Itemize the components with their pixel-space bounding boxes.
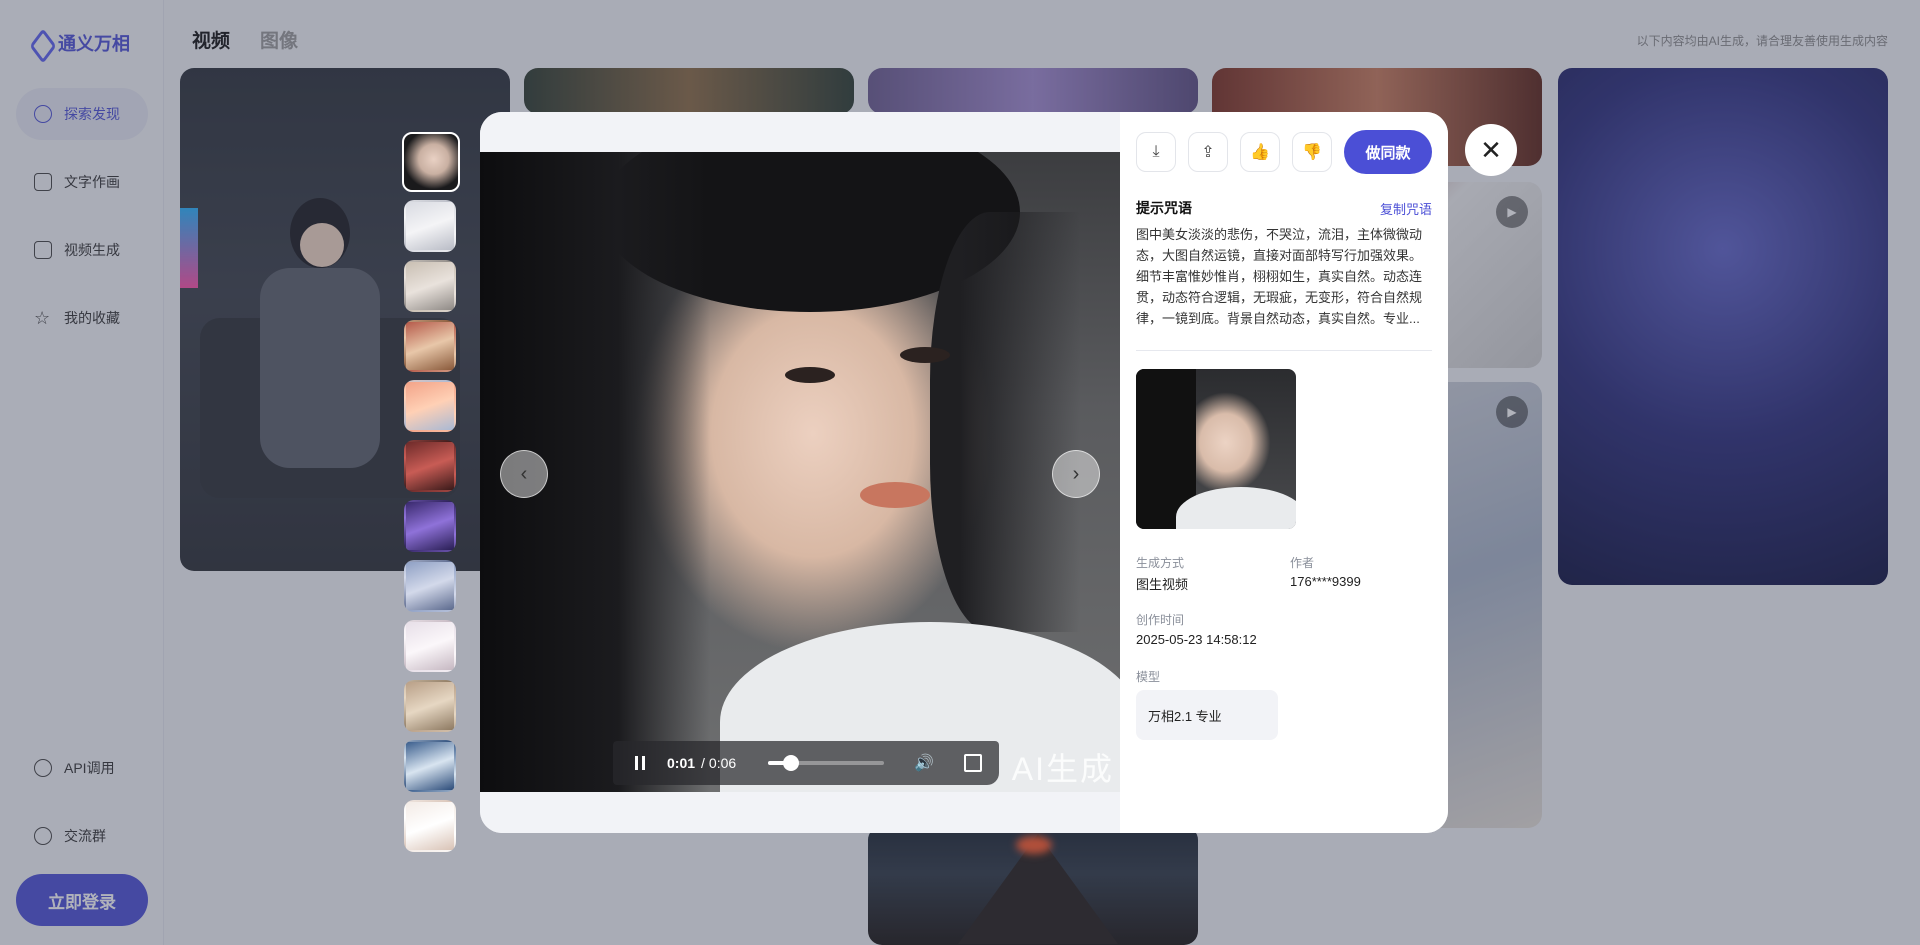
prompt-text: 图中美女淡淡的悲伤，不哭泣，流泪，主体微微动态，大图自然运镜，直接对面部特写行加… [1136, 227, 1423, 326]
thumbnail[interactable] [404, 620, 456, 672]
download-icon: ⤓ [1152, 143, 1160, 160]
author-value: 176****9399 [1290, 574, 1361, 589]
thumbs-down-icon: 👎 [1302, 144, 1322, 161]
video-frame[interactable]: AI生成 [480, 152, 1120, 792]
model-label: 模型 [1136, 670, 1161, 684]
progress-handle[interactable] [783, 755, 800, 771]
total-time: 0:06 [708, 755, 737, 771]
thumbnail[interactable] [404, 740, 456, 792]
chevron-left-icon: ‹ [520, 462, 528, 485]
make-same-button[interactable]: 做同款 [1344, 130, 1432, 174]
gen-method-value: 图生视频 [1136, 577, 1189, 592]
created-label: 创作时间 [1136, 613, 1185, 627]
close-icon: ✕ [1480, 134, 1502, 165]
author-label: 作者 [1290, 556, 1315, 570]
chevron-right-icon: › [1072, 462, 1080, 485]
copy-prompt-link[interactable]: 复制咒语 [1380, 199, 1432, 218]
pause-icon[interactable] [635, 756, 649, 770]
detail-panel: ⤓ ⇪ 👍 👎 做同款 提示咒语 复制咒语 图中美女淡淡的悲伤，不哭泣，流泪，主… [1120, 112, 1448, 833]
share-icon: ⇪ [1201, 144, 1215, 161]
download-button[interactable]: ⤓ [1136, 132, 1176, 172]
video-detail-modal: AI生成 ‹ › 0:01 / 0:06 🔊 ⤓ ⇪ 👍 👎 做同款 提示咒语 … [480, 112, 1448, 833]
volume-icon[interactable]: 🔊 [914, 753, 934, 773]
thumbnail[interactable] [404, 680, 456, 732]
thumbnail[interactable] [404, 800, 456, 852]
thumbnail[interactable] [404, 380, 456, 432]
time-separator: / [701, 755, 705, 771]
dislike-button[interactable]: 👎 [1292, 132, 1332, 172]
close-button[interactable]: ✕ [1465, 124, 1517, 176]
thumbnail[interactable] [404, 440, 456, 492]
thumbnail[interactable] [404, 200, 456, 252]
current-time: 0:01 [667, 755, 696, 771]
thumbnail[interactable] [404, 560, 456, 612]
thumbnail[interactable] [404, 260, 456, 312]
next-button[interactable]: › [1052, 450, 1100, 498]
prev-button[interactable]: ‹ [500, 450, 548, 498]
fullscreen-icon[interactable] [964, 754, 983, 772]
action-bar: ⤓ ⇪ 👍 👎 做同款 [1136, 130, 1432, 174]
thumbnail[interactable] [404, 500, 456, 552]
share-button[interactable]: ⇪ [1188, 132, 1228, 172]
gen-method-label: 生成方式 [1136, 556, 1185, 570]
player-controls: 0:01 / 0:06 🔊 [613, 741, 999, 785]
prompt-title: 提示咒语 [1136, 200, 1192, 216]
thumbnail-strip [402, 132, 460, 860]
divider [1136, 350, 1432, 351]
created-value: 2025-05-23 14:58:12 [1136, 632, 1257, 647]
thumbnail[interactable] [402, 132, 460, 192]
like-button[interactable]: 👍 [1240, 132, 1280, 172]
model-chip: 万相2.1 专业 [1136, 690, 1278, 740]
video-player[interactable]: AI生成 ‹ › 0:01 / 0:06 🔊 [480, 112, 1120, 833]
ai-watermark: AI生成 [1011, 751, 1114, 787]
thumbnail[interactable] [404, 320, 456, 372]
progress-bar[interactable] [768, 755, 885, 771]
thumbs-up-icon: 👍 [1250, 144, 1270, 161]
source-image-preview[interactable] [1136, 369, 1296, 529]
